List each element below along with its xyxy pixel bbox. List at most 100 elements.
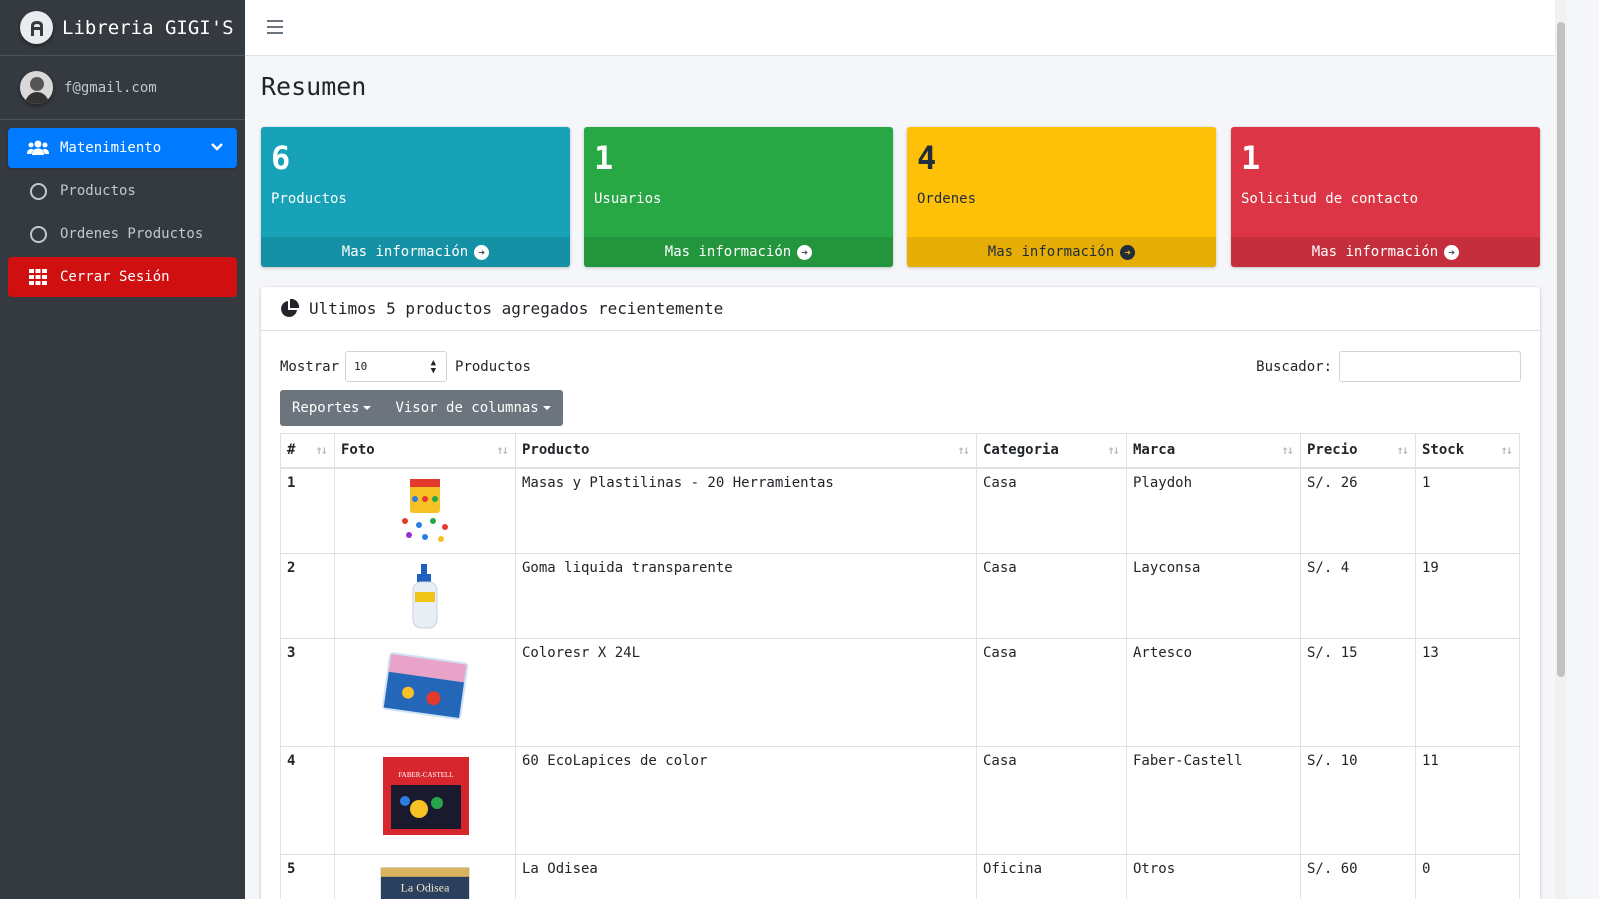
- cell-stock: 19: [1415, 552, 1520, 639]
- stat-more-label: Mas información: [341, 244, 469, 260]
- card-title: Ultimos 5 productos agregados recienteme…: [309, 299, 724, 318]
- column-header-categoria[interactable]: Categoria ↑↓: [976, 433, 1127, 469]
- reports-button-label: Reportes: [292, 400, 360, 416]
- table-row[interactable]: 1 Masas y Plastilinas - 20 Herramientas …: [280, 467, 1520, 554]
- table-row[interactable]: 4 FABER-CASTELL 60 EcoLapices de color C…: [280, 745, 1520, 855]
- search-control: Buscador:: [1256, 351, 1521, 382]
- column-visibility-button[interactable]: Visor de columnas: [383, 390, 562, 426]
- show-label: Mostrar: [280, 358, 340, 375]
- cell-producto: 60 EcoLapices de color: [515, 745, 977, 855]
- cell-precio: S/. 15: [1300, 637, 1416, 747]
- grid-icon: [26, 269, 50, 285]
- sort-icon: ↑↓: [1281, 443, 1295, 457]
- sort-icon: ↑↓: [496, 443, 510, 457]
- table-row[interactable]: 3 Coloresr X 24L Casa Artesco S/. 15 13: [280, 637, 1520, 747]
- cell-precio: S/. 4: [1300, 552, 1416, 639]
- recent-products-card: Ultimos 5 productos agregados recienteme…: [261, 287, 1540, 899]
- circle-icon: [26, 182, 50, 200]
- stat-more-label: Mas información: [987, 244, 1115, 260]
- stat-label: Usuarios: [594, 191, 662, 207]
- arrow-circle-right-icon: ➔: [797, 244, 813, 260]
- cell-categoria: Casa: [976, 552, 1127, 639]
- search-input[interactable]: [1339, 351, 1521, 382]
- cell-precio: S/. 60: [1300, 853, 1416, 899]
- stat-box-ordenes: 4 Ordenes Mas información ➔: [907, 127, 1216, 267]
- user-panel[interactable]: f@gmail.com: [0, 56, 245, 120]
- table-row[interactable]: 5 La Odisea La Odisea Oficina Otros S/. …: [280, 853, 1520, 899]
- column-header-number[interactable]: # ↑↓: [280, 433, 335, 469]
- cell-foto: [334, 637, 516, 747]
- sidebar-item-mantenimiento[interactable]: Matenimiento: [8, 128, 237, 168]
- cell-foto: La Odisea: [334, 853, 516, 899]
- product-image: La Odisea: [380, 867, 470, 899]
- caret-down-icon: [363, 406, 372, 410]
- cell-number: 1: [280, 467, 335, 554]
- sidebar-item-productos[interactable]: Productos: [8, 171, 237, 211]
- page-title: Resumen: [261, 72, 367, 101]
- cell-marca: Layconsa: [1126, 552, 1301, 639]
- arrow-circle-right-icon: ➔: [1120, 244, 1136, 260]
- sidebar-item-label: Productos: [60, 183, 136, 199]
- column-visibility-label: Visor de columnas: [395, 400, 539, 416]
- caret-down-icon: [542, 406, 551, 410]
- circle-icon: [26, 225, 50, 243]
- table-button-group: Reportes Visor de columnas: [280, 390, 563, 426]
- column-header-foto[interactable]: Foto ↑↓: [334, 433, 516, 469]
- sort-icon: ↑↓: [957, 443, 971, 457]
- book-cover-title: La Odisea: [401, 880, 450, 894]
- cell-stock: 1: [1415, 467, 1520, 554]
- sort-icon: ↑↓: [315, 443, 329, 457]
- stat-more-link[interactable]: Mas información ➔: [584, 237, 893, 267]
- stat-more-link[interactable]: Mas información ➔: [261, 237, 570, 267]
- stat-box-contacto: 1 Solicitud de contacto Mas información ➔: [1231, 127, 1540, 267]
- scrollbar-thumb[interactable]: [1557, 22, 1565, 677]
- column-header-stock[interactable]: Stock ↑↓: [1415, 433, 1520, 469]
- cell-marca: Otros: [1126, 853, 1301, 899]
- header-label: Precio: [1307, 442, 1358, 459]
- users-icon: [26, 140, 50, 156]
- chevron-down-icon: [211, 140, 223, 156]
- sidebar-item-cerrar-sesion[interactable]: Cerrar Sesión: [8, 257, 237, 297]
- stat-more-label: Mas información: [664, 244, 792, 260]
- brand-name: Libreria GIGI'S: [62, 16, 234, 39]
- sidebar: Libreria GIGI'S f@gmail.com Matenimiento…: [0, 0, 245, 899]
- cell-marca: Faber-Castell: [1126, 745, 1301, 855]
- stat-more-link[interactable]: Mas información ➔: [1231, 237, 1540, 267]
- main-content: Resumen 6 Productos Mas información ➔ 1 U…: [245, 56, 1555, 899]
- cell-number: 5: [280, 853, 335, 899]
- header-label: Categoria: [983, 442, 1059, 459]
- select-arrows-icon: ▲ ▼: [430, 358, 437, 376]
- column-header-precio[interactable]: Precio ↑↓: [1300, 433, 1416, 469]
- brand-link[interactable]: Libreria GIGI'S: [0, 0, 245, 56]
- menu-toggle-icon[interactable]: [267, 20, 283, 34]
- column-header-producto[interactable]: Producto ↑↓: [515, 433, 977, 469]
- show-suffix: Productos: [455, 358, 531, 375]
- sidebar-item-label: Matenimiento: [60, 140, 162, 156]
- sort-icon: ↑↓: [1500, 443, 1514, 457]
- arrow-circle-right-icon: ➔: [474, 244, 490, 260]
- avatar: [20, 71, 53, 104]
- stat-label: Productos: [271, 191, 347, 207]
- header-label: Foto: [341, 442, 375, 459]
- user-email: f@gmail.com: [64, 79, 157, 96]
- reports-button[interactable]: Reportes: [280, 390, 383, 426]
- sidebar-item-label: Ordenes Productos: [60, 226, 204, 242]
- cell-categoria: Casa: [976, 637, 1127, 747]
- sidebar-item-ordenes-productos[interactable]: Ordenes Productos: [8, 214, 237, 254]
- pie-chart-icon: [279, 298, 299, 319]
- cell-precio: S/. 26: [1300, 467, 1416, 554]
- cell-number: 4: [280, 745, 335, 855]
- product-image: [402, 478, 448, 542]
- page-size-select[interactable]: 10 ▲ ▼: [345, 351, 448, 382]
- stat-more-link[interactable]: Mas información ➔: [907, 237, 1216, 267]
- cell-producto: La Odisea: [515, 853, 977, 899]
- column-header-marca[interactable]: Marca ↑↓: [1126, 433, 1301, 469]
- table-row[interactable]: 2 Goma liquida transparente Casa Laycons…: [280, 552, 1520, 639]
- products-table: # ↑↓ Foto ↑↓ Producto ↑↓ Categoria ↑↓ Marca ↑…: [280, 433, 1520, 899]
- product-image: [412, 563, 438, 628]
- stat-value: 4: [917, 139, 937, 177]
- sidebar-item-label: Cerrar Sesión: [60, 269, 170, 285]
- page-size-value: 10: [354, 360, 368, 373]
- page-scrollbar[interactable]: [1555, 0, 1567, 899]
- cell-marca: Playdoh: [1126, 467, 1301, 554]
